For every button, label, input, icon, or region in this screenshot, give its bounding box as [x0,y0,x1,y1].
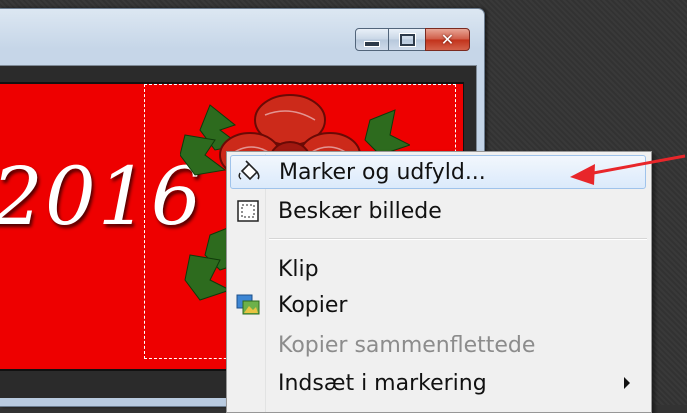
menu-item-label: Klip [278,256,319,282]
menu-item-kopier-sammenflettede: Kopier sammenflettede [230,328,646,362]
caption-buttons: ✕ [355,28,470,52]
annotation-arrow [570,154,686,185]
menu-item-indsaet-i-markering[interactable]: Indsæt i markering [230,366,646,400]
menu-item-label: Kopier [278,292,348,318]
paint-bucket-icon [231,159,267,185]
crop-selection-icon [230,198,266,224]
menu-item-kopier[interactable]: Kopier [230,288,646,322]
close-icon: ✕ [440,29,455,49]
close-button[interactable]: ✕ [425,28,470,51]
minimize-button[interactable] [355,28,389,51]
menu-item-klip[interactable]: Klip [230,252,646,286]
menu-item-label: Marker og udfyld... [279,159,486,185]
menu-item-label: Kopier sammenflettede [278,332,536,358]
maximize-icon [398,32,416,47]
submenu-arrow-icon [624,377,630,389]
menu-item-label: Indsæt i markering [278,370,487,396]
menu-item-label: Beskær billede [278,198,442,224]
menu-separator [269,238,647,240]
minimize-icon [364,40,380,47]
maximize-button[interactable] [388,28,426,51]
copy-image-icon [230,293,266,317]
